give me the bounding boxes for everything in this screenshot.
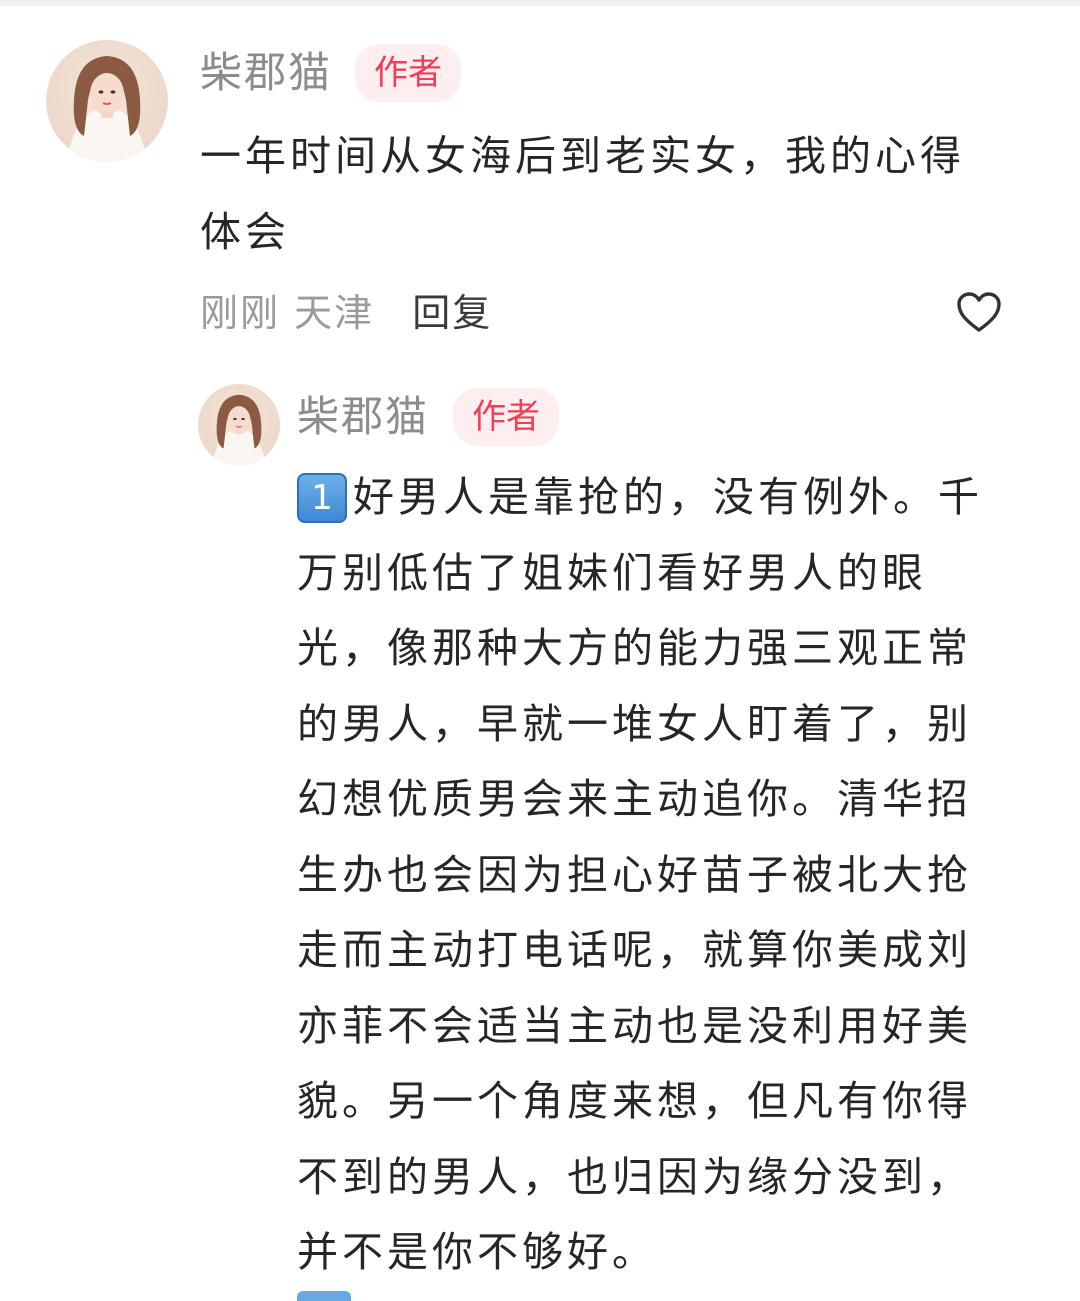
reply-text-line: 光，像那种大方的能力强三观正常 [297,624,972,672]
reply-text-line: 走而主动打电话呢，就算你美成刘 [297,926,972,974]
comment-time: 刚刚 [200,291,281,335]
reply-text-line: 生办也会因为担心好苗子被北大抢 [297,850,972,899]
reply-text-line: 的男人，早就一堆女人盯着了，别 [297,699,972,748]
reply-text-line: 万别低估了姐妹们看好男人的眼 [297,548,927,597]
author-badge: 作者 [453,388,559,446]
reply-text[interactable]: 1 好男人是靠抢的，没有例外。千 万别低估了姐妹们看好男人的眼 光，像那种大方的能… [297,460,1057,1291]
reply-text-line: 貌。另一个角度来想，但凡有你得 [297,1077,972,1125]
comment-text[interactable]: 一年时间从女海后到老实女，我的心得 体会 [200,118,1040,270]
reply-text-line-content: 好男人是靠抢的，没有例外。千 [353,473,983,521]
reply-text-line: 幻想优质男会来主动追你。清华招 [297,775,972,823]
next-keycap-icon-partial [297,1291,351,1301]
reply-text-line: 1 好男人是靠抢的，没有例外。千 [297,460,1057,536]
top-divider [0,0,1080,6]
avatar[interactable] [46,40,168,162]
reply-text-line: 亦菲不会适当主动也是没利用好美 [297,1001,972,1050]
comment-text-line: 体会 [200,208,290,256]
reply-text-line: 不到的男人，也归因为缘分没到， [297,1152,972,1201]
keycap-1-icon: 1 [297,473,347,523]
heart-outline-icon[interactable] [955,290,1003,334]
reply-button[interactable]: 回复 [412,291,492,335]
author-badge: 作者 [355,44,461,102]
reply-author-name[interactable]: 柴郡猫 [297,390,429,444]
reply-text-line: 并不是你不够好。 [297,1228,657,1276]
reply-avatar[interactable] [198,384,280,466]
comment-author-name[interactable]: 柴郡猫 [200,46,332,100]
comment-location: 天津 [294,291,375,335]
comment-meta: 刚刚 天津 回复 [200,288,492,338]
comment-text-line: 一年时间从女海后到老实女，我的心得 [200,132,965,180]
